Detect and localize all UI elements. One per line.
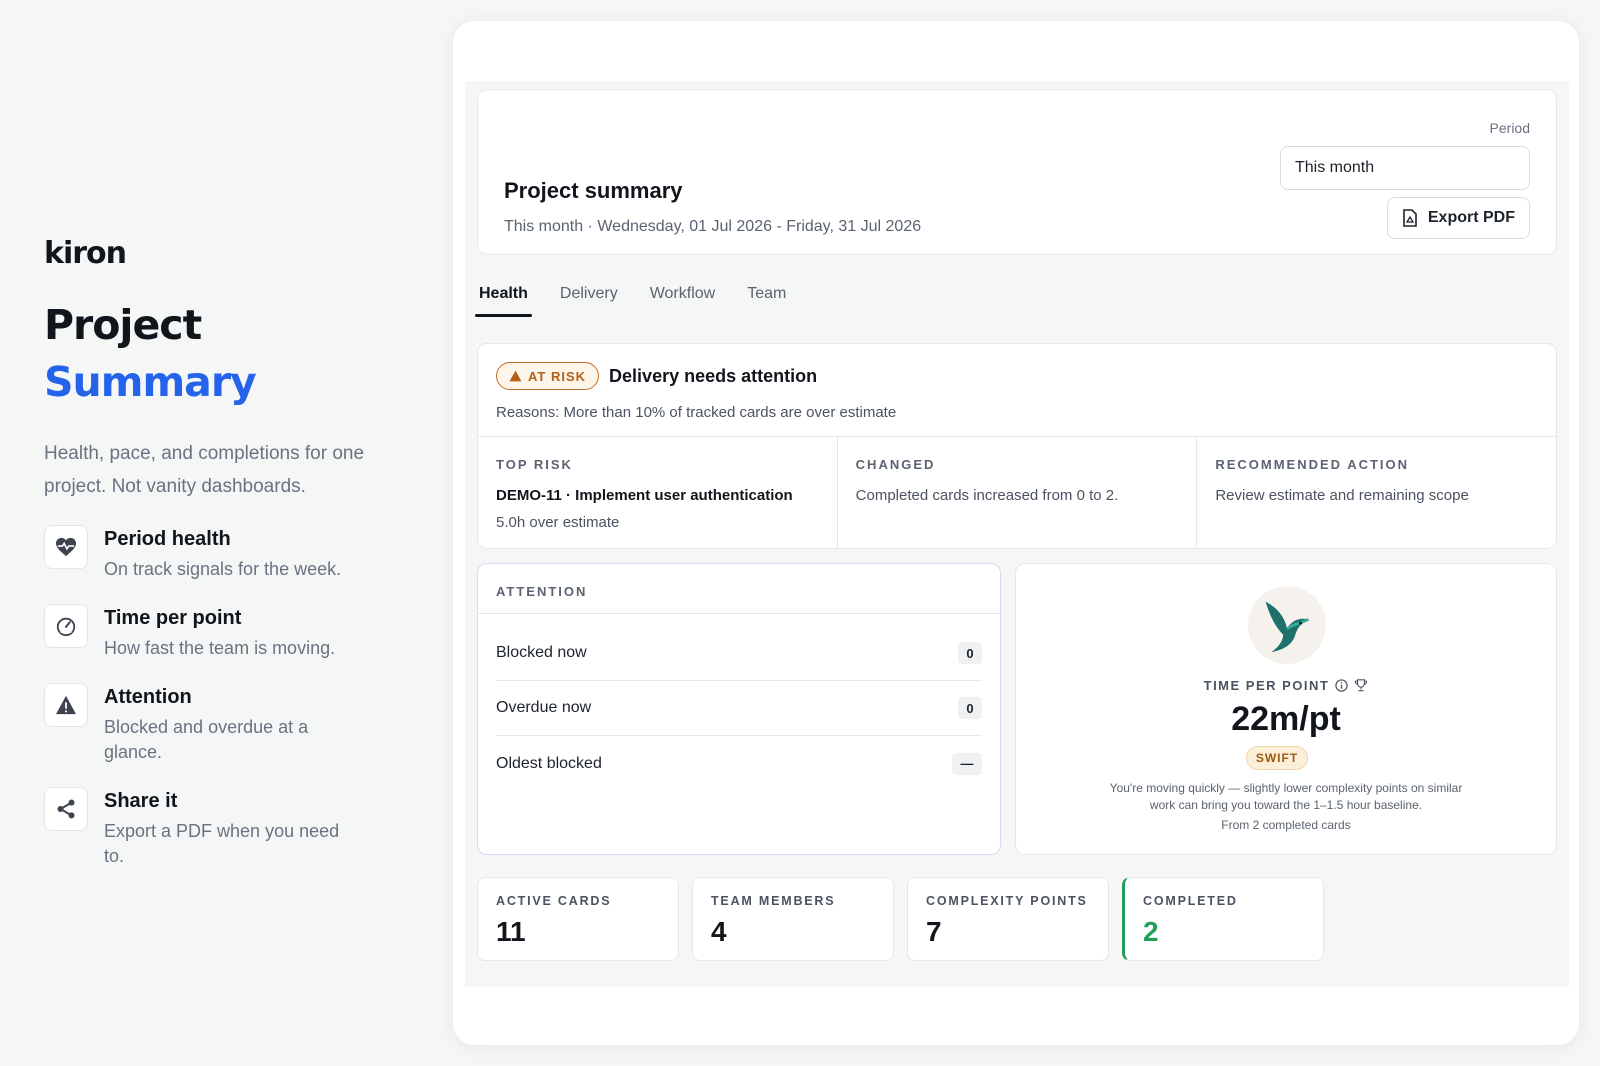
feature-time-per-point: Time per point How fast the team is movi… [44, 604, 404, 661]
tpp-source: From 2 completed cards [1221, 818, 1351, 832]
top-risk-detail: 5.0h over estimate [496, 514, 620, 531]
lead-text: Health, pace, and completions for one pr… [44, 443, 365, 497]
summary-header: Period This month Export PDF Project sum… [477, 89, 1557, 255]
attention-card: ATTENTION Blocked now 0 Overdue now 0 Ol… [477, 563, 1001, 855]
stat-label: COMPLETED [1143, 894, 1238, 908]
hero-heading: Project Summary [44, 297, 404, 411]
top-risk-column: TOP RISK DEMO-11 · Implement user authen… [478, 437, 838, 548]
stat-active-cards: ACTIVE CARDS 11 [477, 877, 679, 961]
changed-value: Completed cards increased from 0 to 2. [855, 487, 1119, 504]
stat-completed: COMPLETED 2 [1122, 877, 1324, 961]
oldest-blocked-value: — [952, 752, 982, 775]
blocked-count: 0 [958, 642, 982, 664]
trophy-icon [1355, 679, 1368, 692]
swift-badge: SWIFT [1246, 746, 1308, 770]
tab-workflow[interactable]: Workflow [648, 281, 718, 317]
tab-health[interactable]: Health [475, 281, 532, 317]
info-icon[interactable] [1335, 679, 1349, 692]
time-per-point-card: TIME PER POINT 22m/pt SWIFT You're movin… [1015, 563, 1557, 855]
stat-label: TEAM MEMBERS [711, 894, 836, 908]
heart-pulse-icon [44, 525, 88, 569]
action-column: RECOMMENDED ACTION Review estimate and r… [1197, 437, 1556, 548]
tpp-description: You're moving quickly — slightly lower c… [1109, 781, 1463, 812]
marketing-panel: kiron Project Summary Health, pace, and … [44, 236, 404, 869]
export-label: Export PDF [1427, 209, 1515, 226]
swallow-bird-icon [1248, 586, 1326, 664]
risk-card: AT RISK Delivery needs attention Reasons… [477, 343, 1557, 549]
changed-label: CHANGED [855, 457, 936, 472]
feature-title: Time per point [104, 607, 242, 629]
feature-title: Attention [104, 686, 192, 708]
warning-icon [509, 370, 522, 382]
feature-title: Share it [104, 790, 178, 812]
stat-label: COMPLEXITY POINTS [926, 894, 1088, 908]
tpp-label-text: TIME PER POINT [1203, 678, 1330, 693]
feature-period-health: Period health On track signals for the w… [44, 525, 404, 582]
page-title: Project summary [504, 178, 683, 203]
overdue-count: 0 [958, 697, 982, 719]
brand-logo: kiron [44, 236, 127, 271]
feature-desc: Export a PDF when you need to. [104, 821, 340, 866]
pdf-icon [1403, 209, 1417, 227]
stat-value: 7 [926, 916, 942, 947]
export-pdf-button[interactable]: Export PDF [1386, 197, 1530, 239]
warning-icon [44, 683, 88, 727]
at-risk-badge: AT RISK [496, 362, 600, 390]
feature-attention: Attention Blocked and overdue at a glanc… [44, 683, 404, 765]
attention-row-oldest: Oldest blocked — [496, 736, 982, 791]
attention-row-overdue: Overdue now 0 [496, 681, 982, 736]
app-canvas: Period This month Export PDF Project sum… [465, 81, 1569, 987]
changed-column: CHANGED Completed cards increased from 0… [838, 437, 1198, 548]
attention-row-blocked: Blocked now 0 [496, 626, 982, 681]
hero-line-2: Summary [44, 358, 257, 406]
gauge-icon [44, 604, 88, 648]
risk-reason: Reasons: More than 10% of tracked cards … [496, 404, 897, 421]
tab-delivery[interactable]: Delivery [558, 281, 620, 317]
row-label: Oldest blocked [496, 754, 602, 772]
stat-value: 4 [711, 916, 727, 947]
app-window: Period This month Export PDF Project sum… [452, 20, 1580, 1046]
risk-grid: TOP RISK DEMO-11 · Implement user authen… [478, 436, 1556, 548]
action-value: Review estimate and remaining scope [1215, 487, 1469, 504]
row-label: Overdue now [496, 699, 592, 716]
feature-desc: Blocked and overdue at a glance. [104, 717, 309, 762]
tpp-label: TIME PER POINT [1016, 678, 1556, 693]
page-subtitle: This month · Wednesday, 01 Jul 2026 - Fr… [504, 218, 922, 235]
risk-title: Delivery needs attention [609, 365, 818, 386]
action-label: RECOMMENDED ACTION [1215, 457, 1410, 472]
badge-text: AT RISK [528, 368, 587, 384]
top-risk-value[interactable]: DEMO-11 · Implement user authentication [496, 486, 819, 506]
stat-complexity-points: COMPLEXITY POINTS 7 [907, 877, 1109, 961]
attention-label: ATTENTION [496, 584, 588, 599]
feature-desc: How fast the team is moving. [104, 638, 336, 658]
tab-bar: Health Delivery Workflow Team [475, 281, 816, 317]
feature-desc: On track signals for the week. [104, 559, 342, 579]
period-label: Period [1489, 120, 1530, 136]
tab-team[interactable]: Team [745, 281, 788, 317]
stat-value: 2 [1143, 916, 1159, 947]
stat-label: ACTIVE CARDS [496, 894, 612, 908]
period-select[interactable]: This month [1280, 146, 1530, 190]
share-icon [44, 787, 88, 831]
tpp-value: 22m/pt [1231, 700, 1341, 738]
top-risk-label: TOP RISK [496, 457, 573, 472]
stat-value: 11 [496, 916, 526, 947]
feature-share: Share it Export a PDF when you need to. [44, 787, 404, 869]
feature-title: Period health [104, 528, 231, 550]
hero-line-1: Project [44, 301, 202, 349]
row-label: Blocked now [496, 644, 587, 661]
stat-team-members: TEAM MEMBERS 4 [692, 877, 894, 961]
